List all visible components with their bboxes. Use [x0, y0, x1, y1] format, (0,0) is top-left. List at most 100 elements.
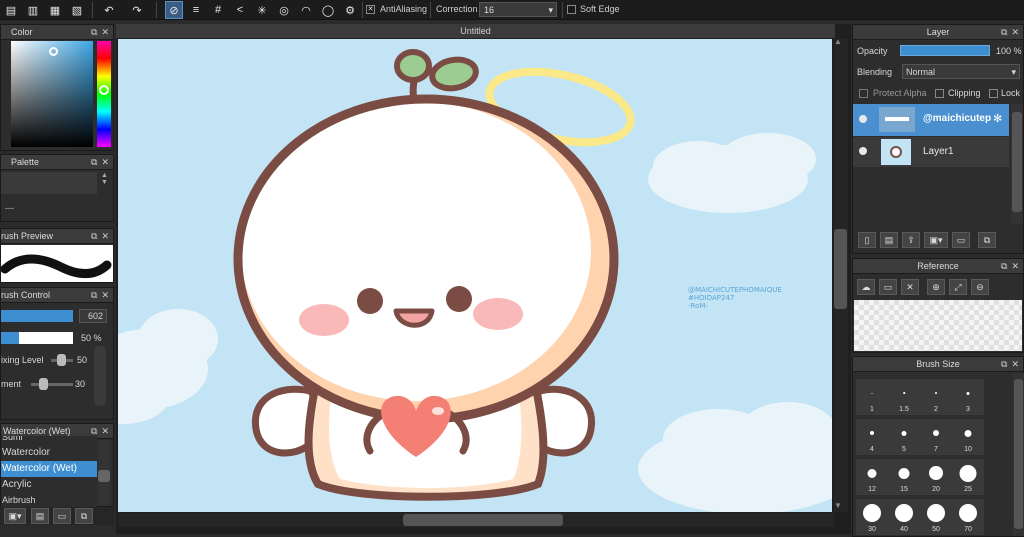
horizontal-scroll-thumb[interactable]	[403, 514, 563, 526]
brush-size-cell[interactable]: 25	[952, 459, 984, 495]
undock-icon[interactable]: ⧉	[1001, 27, 1007, 38]
undock-icon[interactable]: ⧉	[1001, 359, 1007, 370]
chat-icon[interactable]: ▤	[2, 1, 20, 19]
palette-swatches[interactable]	[1, 172, 97, 194]
brush-size-cell[interactable]: 2	[920, 379, 952, 415]
close-icon[interactable]: ✕	[1011, 359, 1019, 370]
close-icon[interactable]: ✕	[1011, 261, 1019, 272]
folder-icon[interactable]: ▭	[53, 508, 71, 524]
new-layer-icon[interactable]: ▯	[858, 232, 876, 248]
undock-icon[interactable]: ⧉	[1001, 261, 1007, 272]
visibility-icon[interactable]	[859, 147, 867, 155]
brush-size-cell[interactable]: 12	[856, 459, 888, 495]
open-folder-icon[interactable]: ▭	[879, 279, 897, 295]
hue-slider-handle[interactable]	[99, 85, 109, 95]
dilution-handle[interactable]	[39, 378, 48, 390]
list-item[interactable]: Watercolor	[1, 445, 97, 461]
list-item[interactable]: Sumi	[1, 436, 97, 445]
brush-size-cell[interactable]: 1.5	[888, 379, 920, 415]
close-icon[interactable]: ✕	[101, 27, 109, 38]
reference-view[interactable]	[854, 300, 1022, 351]
palette-scroll[interactable]: ▲ ▼	[98, 172, 111, 194]
undock-icon[interactable]: ⧉	[91, 27, 97, 38]
redo-icon[interactable]: ↷	[128, 1, 146, 19]
color-picker-cursor[interactable]	[49, 47, 58, 56]
lock-checkbox[interactable]	[989, 89, 998, 98]
layer-opacity-slider[interactable]	[900, 45, 990, 56]
brush-opacity-slider[interactable]	[1, 332, 73, 344]
zoom-out-icon[interactable]: ⊖	[971, 279, 989, 295]
canvas-tab[interactable]: Untitled	[116, 24, 835, 38]
brush-list-scrollbar[interactable]	[98, 440, 110, 506]
brush-size-cell[interactable]: 40	[888, 499, 920, 535]
radial-snap-icon[interactable]: ✳	[253, 1, 271, 19]
document-icon[interactable]: ▥	[24, 1, 42, 19]
clipping-checkbox[interactable]	[935, 89, 944, 98]
list-item-selected[interactable]: Watercolor (Wet)	[1, 461, 97, 477]
brush-size-cell[interactable]: 4	[856, 419, 888, 455]
saturation-value-picker[interactable]	[11, 41, 93, 147]
parallel-snap-icon[interactable]: ≡	[187, 1, 205, 19]
snap-off-icon[interactable]: ⊘	[165, 1, 183, 19]
visibility-icon[interactable]	[859, 115, 867, 123]
duplicate-icon[interactable]: ⧉	[75, 508, 93, 524]
blending-select[interactable]: Normal ▾	[902, 64, 1020, 79]
layer-row-selected[interactable]: @maichicutep ✻	[853, 104, 1009, 136]
duplicate-layer-icon[interactable]: ⧉	[978, 232, 996, 248]
hue-slider[interactable]	[97, 41, 111, 147]
brush-size-cell[interactable]: 3	[952, 379, 984, 415]
layer-list-scrollbar[interactable]	[1011, 104, 1023, 224]
drawing-canvas[interactable]: @MAICHICUTEPHOMAIQUE #HOIDAP247 -RoM-	[118, 39, 832, 512]
brush-size-cell[interactable]: 50	[920, 499, 952, 535]
cross-snap-icon[interactable]: #	[209, 1, 227, 19]
canvas-horizontal-scrollbar[interactable]	[118, 513, 834, 527]
brush-size-cell[interactable]: 10	[952, 419, 984, 455]
close-reference-icon[interactable]: ✕	[901, 279, 919, 295]
undock-icon[interactable]: ⧉	[91, 290, 97, 301]
brush-control-scrollbar[interactable]	[94, 346, 106, 406]
antialiasing-checkbox[interactable]: ✕	[366, 5, 375, 14]
add-brush-icon[interactable]: ▣▾	[4, 508, 26, 524]
brush-size-cell[interactable]: 5	[888, 419, 920, 455]
grid-icon[interactable]: ▦	[46, 1, 64, 19]
add-layer-menu-icon[interactable]: ▣▾	[924, 232, 948, 248]
brush-size-slider[interactable]	[1, 310, 73, 322]
close-icon[interactable]: ✕	[101, 426, 109, 437]
mixing-level-handle[interactable]	[57, 354, 66, 366]
settings-icon[interactable]: ⚙	[341, 1, 359, 19]
undock-icon[interactable]: ⧉	[91, 231, 97, 242]
curve-snap-icon[interactable]: ◠	[297, 1, 315, 19]
brush-size-cell[interactable]: 20	[920, 459, 952, 495]
vertical-scroll-thumb[interactable]	[834, 229, 847, 309]
layer-row[interactable]: Layer1	[853, 137, 1009, 167]
brush-size-value[interactable]: 602	[79, 309, 107, 323]
zoom-in-icon[interactable]: ⊕	[927, 279, 945, 295]
brush-size-cell[interactable]: 15	[888, 459, 920, 495]
close-icon[interactable]: ✕	[101, 290, 109, 301]
close-icon[interactable]: ✕	[1011, 27, 1019, 38]
navigator-icon[interactable]: ☁	[857, 279, 875, 295]
concentric-snap-icon[interactable]: ◎	[275, 1, 293, 19]
list-item[interactable]: Airbrush	[1, 493, 97, 507]
ellipse-snap-icon[interactable]: ◯	[319, 1, 337, 19]
dilution-track[interactable]	[31, 383, 73, 386]
canvas-vertical-scrollbar[interactable]: ▲ ▼	[834, 37, 848, 512]
layout-icon[interactable]: ▧	[68, 1, 86, 19]
list-item[interactable]: Acrylic	[1, 477, 97, 493]
soft-edge-checkbox[interactable]	[567, 5, 576, 14]
correction-select[interactable]: 16 ▾	[479, 2, 557, 17]
protect-alpha-checkbox[interactable]	[859, 89, 868, 98]
vanishing-point-icon[interactable]: <	[231, 1, 249, 19]
import-layer-icon[interactable]: ⇪	[902, 232, 920, 248]
brush-size-cell[interactable]: 7	[920, 419, 952, 455]
brush-settings-icon[interactable]: ▤	[31, 508, 49, 524]
brush-size-cell[interactable]: 30	[856, 499, 888, 535]
fit-icon[interactable]: ⤢	[949, 279, 967, 295]
undock-icon[interactable]: ⧉	[91, 157, 97, 168]
brush-size-cell[interactable]: 70	[952, 499, 984, 535]
close-icon[interactable]: ✕	[101, 157, 109, 168]
undo-icon[interactable]: ↶	[100, 1, 118, 19]
close-icon[interactable]: ✕	[101, 231, 109, 242]
folder-icon[interactable]: ▭	[952, 232, 970, 248]
brush-size-scrollbar[interactable]	[1013, 373, 1024, 536]
